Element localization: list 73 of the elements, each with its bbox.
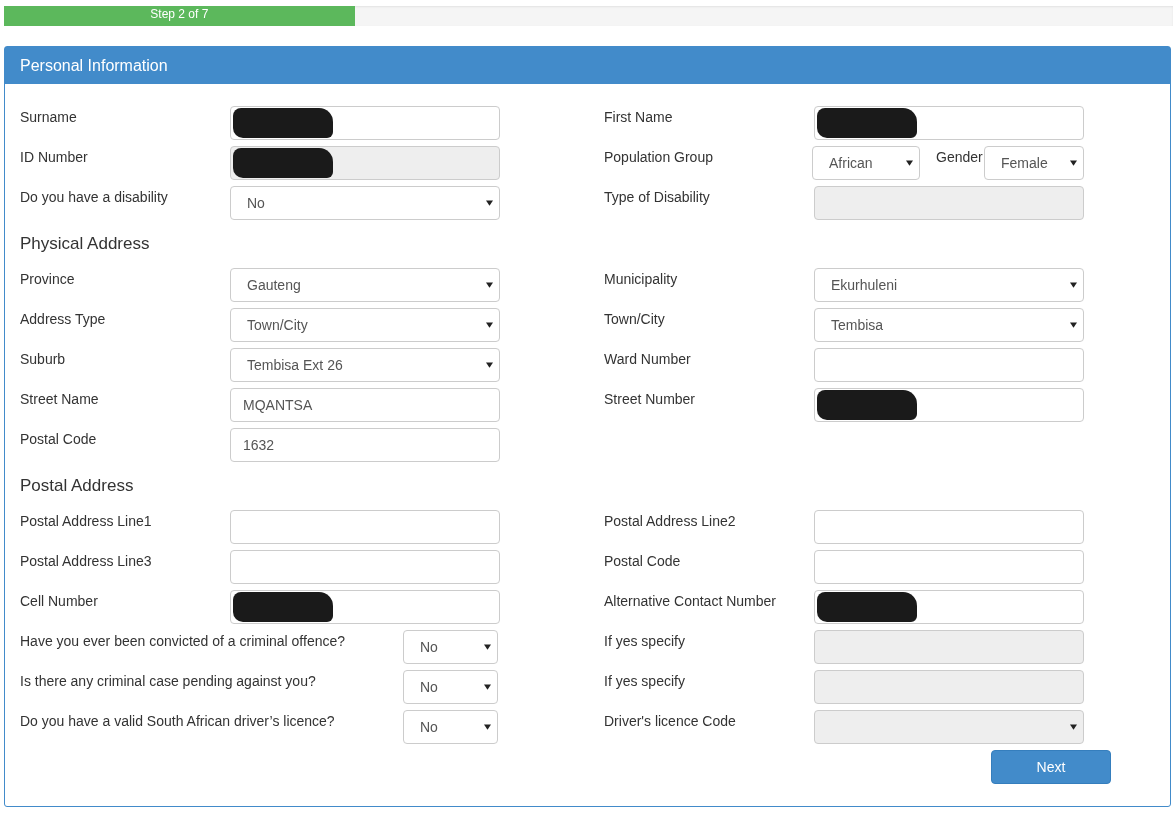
field-label: First Name [604, 108, 674, 127]
dropdown[interactable]: No [403, 630, 498, 664]
dropdown[interactable]: Gauteng [230, 268, 500, 302]
text-field[interactable] [814, 186, 1084, 220]
dropdown[interactable]: No [403, 710, 498, 744]
field-label: Gender [935, 148, 984, 167]
caret-icon [1070, 724, 1077, 730]
field-label: Street Name [20, 390, 100, 409]
text-field[interactable] [814, 630, 1084, 664]
section-heading: Postal Address [20, 475, 135, 497]
field-label: Municipality [604, 270, 679, 289]
field-label: Is there any criminal case pending against you? [20, 672, 317, 691]
dropdown[interactable]: No [403, 670, 498, 704]
field-label: Postal Code [20, 430, 98, 449]
field-label: Driver's licence Code [604, 712, 737, 731]
caret-icon [486, 362, 493, 368]
text-field[interactable] [230, 510, 500, 544]
text-field[interactable] [814, 670, 1084, 704]
caret-icon [484, 724, 491, 730]
dropdown[interactable] [814, 710, 1084, 744]
text-field[interactable] [814, 348, 1084, 382]
caret-icon [1070, 282, 1077, 288]
field-label: Postal Address Line1 [20, 512, 153, 531]
field-label: Address Type [20, 310, 107, 329]
field-label: Have you ever been convicted of a criminal offence? [20, 632, 347, 651]
text-field[interactable] [230, 106, 500, 140]
text-field[interactable] [814, 106, 1084, 140]
dropdown[interactable]: Tembisa [814, 308, 1084, 342]
caret-icon [1070, 322, 1077, 328]
next-button[interactable]: Next [991, 750, 1111, 784]
dropdown[interactable]: No [230, 186, 500, 220]
dropdown[interactable]: Ekurhuleni [814, 268, 1084, 302]
text-field[interactable] [814, 388, 1084, 422]
caret-icon [486, 322, 493, 328]
caret-icon [906, 160, 913, 166]
field-label: Suburb [20, 350, 67, 369]
field-label: Postal Address Line2 [604, 512, 737, 531]
text-field[interactable] [814, 510, 1084, 544]
text-field[interactable] [230, 590, 500, 624]
text-field[interactable]: MQANTSA [230, 388, 500, 422]
text-field[interactable] [814, 590, 1084, 624]
text-field[interactable] [814, 550, 1084, 584]
dropdown[interactable]: Female [984, 146, 1084, 180]
field-label: Ward Number [604, 350, 692, 369]
field-label: Do you have a valid South African driver’s licence? [20, 712, 336, 731]
field-label: Do you have a disability [20, 188, 169, 207]
caret-icon [486, 282, 493, 288]
section-heading: Physical Address [20, 233, 151, 255]
field-label: ID Number [20, 148, 89, 167]
field-label: Postal Address Line3 [20, 552, 153, 571]
dropdown[interactable]: Town/City [230, 308, 500, 342]
field-label: Population Group [604, 148, 714, 167]
dropdown[interactable]: Tembisa Ext 26 [230, 348, 500, 382]
field-label: Surname [20, 108, 78, 127]
panel-title: Personal Information [20, 56, 168, 75]
dropdown[interactable]: African [812, 146, 920, 180]
caret-icon [484, 684, 491, 690]
field-label: Street Number [604, 390, 697, 409]
caret-icon [484, 644, 491, 650]
text-field[interactable] [230, 550, 500, 584]
field-label: Type of Disability [604, 188, 711, 207]
field-label: If yes specify [604, 672, 686, 691]
text-field[interactable]: 1632 [230, 428, 500, 462]
field-label: Province [20, 270, 76, 289]
text-field[interactable] [230, 146, 500, 180]
caret-icon [486, 200, 493, 206]
field-label: Postal Code [604, 552, 682, 571]
field-label: Town/City [604, 310, 666, 329]
field-label: If yes specify [604, 632, 686, 651]
caret-icon [1070, 160, 1077, 166]
field-label: Alternative Contact Number [604, 592, 777, 611]
progress-label: Step 2 of 7 [150, 6, 209, 23]
field-label: Cell Number [20, 592, 99, 611]
